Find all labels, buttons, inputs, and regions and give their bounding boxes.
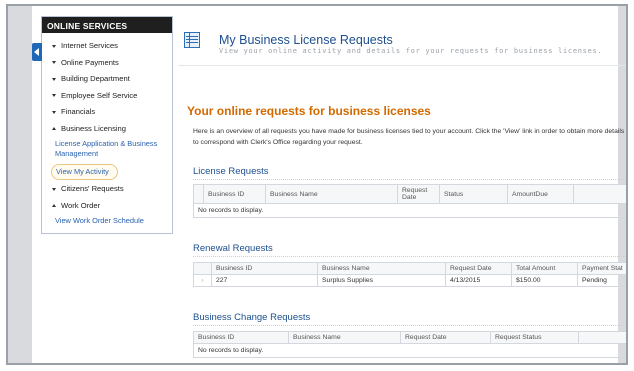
table-row[interactable]: › 227 Surplus Supplies 4/13/2015 $150.00… (193, 274, 626, 287)
sidebar-item-employee-self-service[interactable]: Employee Self Service (42, 88, 172, 105)
renewal-requests-table: Business ID Business Name Request Date T… (193, 262, 626, 287)
section-title: Your online requests for business licens… (187, 104, 431, 118)
table-row: No records to display. (193, 203, 626, 218)
column-header[interactable]: Request Date (445, 262, 512, 275)
column-header[interactable]: Business Name (265, 184, 398, 204)
change-requests-heading: Business Change Requests (193, 312, 626, 326)
column-header[interactable]: Request Date (397, 184, 440, 204)
chevron-down-icon (52, 94, 56, 98)
sidebar-nav: Internet Services Online Payments Buildi… (42, 33, 172, 137)
cell-request-date: 4/13/2015 (445, 274, 512, 287)
view-my-activity-link[interactable]: View My Activity (51, 164, 118, 180)
page-header: My Business License Requests View your o… (178, 16, 626, 66)
chevron-down-icon (52, 61, 56, 65)
sidebar-item-building-department[interactable]: Building Department (42, 71, 172, 88)
column-header[interactable]: Business ID (211, 262, 318, 275)
chevron-up-icon (52, 127, 56, 131)
chevron-up-icon (52, 204, 56, 208)
chevron-down-icon (52, 187, 56, 191)
column-header[interactable]: Request Status (490, 331, 579, 344)
column-header[interactable]: Status (439, 184, 508, 204)
chevron-down-icon (52, 77, 56, 81)
chevron-down-icon (52, 44, 56, 48)
sidebar-item-financials[interactable]: Financials (42, 104, 172, 121)
column-header[interactable]: Business ID (203, 184, 266, 204)
sidebar-nav-more: Citizens' Requests Work Order (42, 180, 172, 214)
sidebar-item-internet-services[interactable]: Internet Services (42, 38, 172, 55)
left-gutter (8, 6, 32, 363)
table-header-spacer (193, 262, 212, 275)
column-header[interactable]: Request Date (400, 331, 491, 344)
table-header-spacer (193, 184, 204, 204)
intro-text: Here is an overview of all requests you … (193, 128, 628, 146)
table-icon (184, 32, 200, 48)
renewal-requests-heading: Renewal Requests (193, 243, 626, 257)
column-header[interactable]: Payment Stat (577, 262, 626, 275)
license-application-link[interactable]: License Application & Business Managemen… (42, 139, 172, 159)
table-header-row: Business ID Business Name Request Date T… (193, 262, 626, 275)
sidebar-header: ONLINE SERVICES (42, 17, 172, 33)
column-header[interactable]: Business ID (193, 331, 289, 344)
column-header[interactable]: AmountDue (507, 184, 574, 204)
column-header[interactable]: Business Name (317, 262, 446, 275)
empty-message: No records to display. (193, 343, 626, 358)
view-work-order-schedule-link[interactable]: View Work Order Schedule (42, 216, 172, 226)
main-content: My Business License Requests View your o… (178, 16, 628, 363)
expand-row-icon[interactable]: › (193, 274, 212, 287)
sidebar-item-business-licensing[interactable]: Business Licensing (42, 121, 172, 138)
cell-total-amount: $150.00 (511, 274, 578, 287)
online-services-sidebar: ONLINE SERVICES Internet Services Online… (32, 16, 173, 234)
table-header-row: Business ID Business Name Request Date R… (193, 331, 626, 344)
column-header[interactable]: Business Name (288, 331, 401, 344)
sidebar-item-citizens-requests[interactable]: Citizens' Requests (42, 181, 172, 198)
column-header[interactable]: Total Amount (511, 262, 578, 275)
page-subtitle: View your online activity and details fo… (219, 47, 603, 55)
chevron-down-icon (52, 110, 56, 114)
browser-frame: ONLINE SERVICES Internet Services Online… (6, 4, 628, 365)
license-requests-heading: License Requests (193, 166, 626, 180)
sidebar-item-work-order[interactable]: Work Order (42, 198, 172, 215)
cell-payment-status: Pending (577, 274, 626, 287)
collapse-sidebar-icon[interactable] (32, 43, 42, 61)
sidebar-item-online-payments[interactable]: Online Payments (42, 55, 172, 72)
table-row: No records to display. (193, 343, 626, 358)
page-title: My Business License Requests (219, 33, 393, 47)
license-requests-table: Business ID Business Name Request Date S… (193, 184, 626, 218)
table-header-spacer (578, 331, 626, 344)
cell-business-name: Surplus Supplies (317, 274, 446, 287)
table-header-spacer (573, 184, 626, 204)
empty-message: No records to display. (193, 203, 626, 218)
cell-business-id: 227 (211, 274, 318, 287)
change-requests-table: Business ID Business Name Request Date R… (193, 331, 626, 358)
table-header-row: Business ID Business Name Request Date S… (193, 184, 626, 204)
